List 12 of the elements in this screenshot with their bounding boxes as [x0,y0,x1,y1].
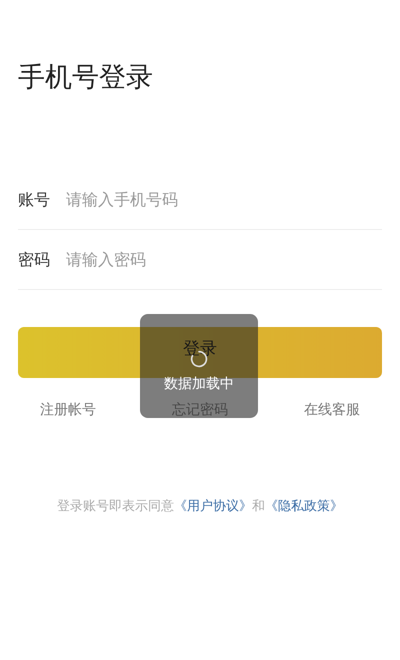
text-link[interactable]: 在线客服 [304,400,360,421]
text-link[interactable]: 注册帐号 [40,400,96,421]
login-button[interactable]: 登录 [18,327,382,378]
agreement-text: 登录账号即表示同意《用户协议》和《隐私政策》 [56,498,344,516]
input-field[interactable]: 请输入手机号码 [66,180,382,220]
user-agreement-link[interactable]: 《用户协议》 [174,499,252,514]
privacy-policy-link[interactable]: 《隐私政策》 [265,499,343,514]
toast-text: 数据加载中 [164,375,234,394]
field-label: 密码 [18,248,51,270]
input-field[interactable]: 请输入密码 [66,240,382,280]
field-label: 账号 [18,188,51,210]
page-title: 手机号登录 [18,61,154,95]
